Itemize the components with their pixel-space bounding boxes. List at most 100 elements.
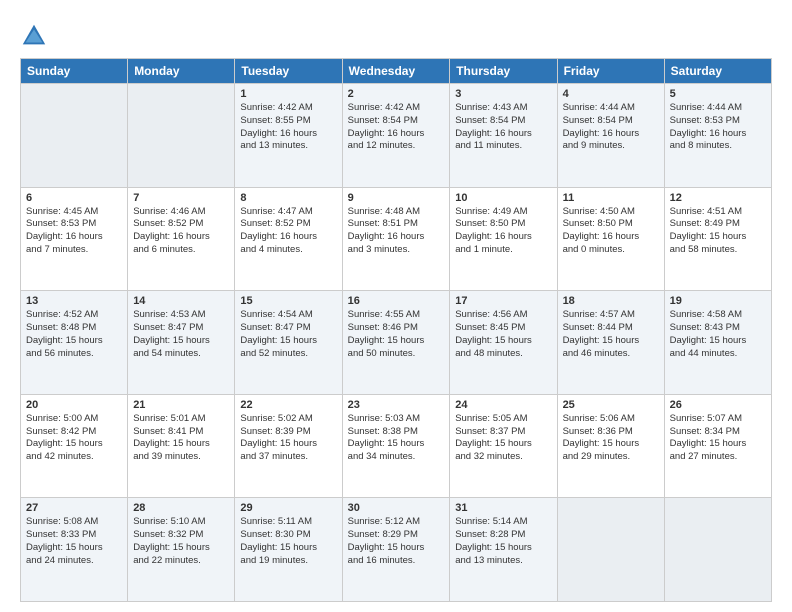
calendar-cell: 29 Sunrise: 5:11 AM Sunset: 8:30 PM Dayli…: [235, 498, 342, 602]
calendar-week-row: 13 Sunrise: 4:52 AM Sunset: 8:48 PM Dayli…: [21, 291, 772, 395]
day-number: 19: [670, 295, 766, 307]
cell-info: Sunrise: 5:11 AM Sunset: 8:30 PM Dayligh…: [240, 516, 336, 567]
calendar-cell: 22 Sunrise: 5:02 AM Sunset: 8:39 PM Dayli…: [235, 394, 342, 498]
calendar-cell: 13 Sunrise: 4:52 AM Sunset: 8:48 PM Dayli…: [21, 291, 128, 395]
calendar-cell: 11 Sunrise: 4:50 AM Sunset: 8:50 PM Dayli…: [557, 187, 664, 291]
calendar-cell: [128, 84, 235, 188]
calendar-cell: 8 Sunrise: 4:47 AM Sunset: 8:52 PM Daylig…: [235, 187, 342, 291]
col-header-wednesday: Wednesday: [342, 59, 450, 84]
cell-info: Sunrise: 5:14 AM Sunset: 8:28 PM Dayligh…: [455, 516, 551, 567]
calendar-cell: 28 Sunrise: 5:10 AM Sunset: 8:32 PM Dayli…: [128, 498, 235, 602]
calendar-week-row: 27Sunrise: 5:08 AM Sunset: 8:33 PM Dayli…: [21, 498, 772, 602]
calendar-cell: 21Sunrise: 5:01 AM Sunset: 8:41 PM Dayli…: [128, 394, 235, 498]
cell-info: Sunrise: 4:55 AM Sunset: 8:46 PM Dayligh…: [348, 309, 445, 360]
header: [20, 18, 772, 50]
col-header-friday: Friday: [557, 59, 664, 84]
cell-info: Sunrise: 4:48 AM Sunset: 8:51 PM Dayligh…: [348, 206, 445, 257]
day-number: 27: [26, 502, 122, 514]
cell-info: Sunrise: 5:01 AM Sunset: 8:41 PM Dayligh…: [133, 413, 229, 464]
cell-info: Sunrise: 4:42 AM Sunset: 8:55 PM Dayligh…: [240, 102, 336, 153]
calendar-cell: 23 Sunrise: 5:03 AM Sunset: 8:38 PM Dayli…: [342, 394, 450, 498]
calendar-cell: 20Sunrise: 5:00 AM Sunset: 8:42 PM Dayli…: [21, 394, 128, 498]
calendar-cell: 18 Sunrise: 4:57 AM Sunset: 8:44 PM Dayli…: [557, 291, 664, 395]
cell-info: Sunrise: 4:49 AM Sunset: 8:50 PM Dayligh…: [455, 206, 551, 257]
day-number: 6: [26, 192, 122, 204]
calendar-cell: 31 Sunrise: 5:14 AM Sunset: 8:28 PM Dayli…: [450, 498, 557, 602]
calendar-cell: [664, 498, 771, 602]
day-number: 22: [240, 399, 336, 411]
calendar-cell: 4 Sunrise: 4:44 AM Sunset: 8:54 PM Daylig…: [557, 84, 664, 188]
day-number: 31: [455, 502, 551, 514]
day-number: 4: [563, 88, 659, 100]
day-number: 13: [26, 295, 122, 307]
cell-info: Sunrise: 4:52 AM Sunset: 8:48 PM Dayligh…: [26, 309, 122, 360]
page: SundayMondayTuesdayWednesdayThursdayFrid…: [0, 0, 792, 612]
calendar-cell: 27Sunrise: 5:08 AM Sunset: 8:33 PM Dayli…: [21, 498, 128, 602]
cell-info: Sunrise: 4:57 AM Sunset: 8:44 PM Dayligh…: [563, 309, 659, 360]
cell-info: Sunrise: 5:02 AM Sunset: 8:39 PM Dayligh…: [240, 413, 336, 464]
calendar-header-row: SundayMondayTuesdayWednesdayThursdayFrid…: [21, 59, 772, 84]
day-number: 11: [563, 192, 659, 204]
cell-info: Sunrise: 5:12 AM Sunset: 8:29 PM Dayligh…: [348, 516, 445, 567]
day-number: 5: [670, 88, 766, 100]
calendar-cell: 7Sunrise: 4:46 AM Sunset: 8:52 PM Daylig…: [128, 187, 235, 291]
cell-info: Sunrise: 4:43 AM Sunset: 8:54 PM Dayligh…: [455, 102, 551, 153]
calendar-week-row: 6 Sunrise: 4:45 AM Sunset: 8:53 PM Daylig…: [21, 187, 772, 291]
cell-info: Sunrise: 4:46 AM Sunset: 8:52 PM Dayligh…: [133, 206, 229, 257]
calendar-cell: 5Sunrise: 4:44 AM Sunset: 8:53 PM Daylig…: [664, 84, 771, 188]
calendar-week-row: 1 Sunrise: 4:42 AM Sunset: 8:55 PM Daylig…: [21, 84, 772, 188]
calendar-cell: 12 Sunrise: 4:51 AM Sunset: 8:49 PM Dayli…: [664, 187, 771, 291]
cell-info: Sunrise: 4:45 AM Sunset: 8:53 PM Dayligh…: [26, 206, 122, 257]
day-number: 29: [240, 502, 336, 514]
calendar-cell: 9 Sunrise: 4:48 AM Sunset: 8:51 PM Daylig…: [342, 187, 450, 291]
col-header-saturday: Saturday: [664, 59, 771, 84]
day-number: 10: [455, 192, 551, 204]
day-number: 24: [455, 399, 551, 411]
cell-info: Sunrise: 5:05 AM Sunset: 8:37 PM Dayligh…: [455, 413, 551, 464]
cell-info: Sunrise: 4:54 AM Sunset: 8:47 PM Dayligh…: [240, 309, 336, 360]
col-header-sunday: Sunday: [21, 59, 128, 84]
day-number: 28: [133, 502, 229, 514]
calendar-cell: 1 Sunrise: 4:42 AM Sunset: 8:55 PM Daylig…: [235, 84, 342, 188]
day-number: 8: [240, 192, 336, 204]
calendar-cell: 30 Sunrise: 5:12 AM Sunset: 8:29 PM Dayli…: [342, 498, 450, 602]
day-number: 23: [348, 399, 445, 411]
calendar-cell: 15 Sunrise: 4:54 AM Sunset: 8:47 PM Dayli…: [235, 291, 342, 395]
day-number: 9: [348, 192, 445, 204]
calendar-cell: 10 Sunrise: 4:49 AM Sunset: 8:50 PM Dayli…: [450, 187, 557, 291]
calendar-cell: 26 Sunrise: 5:07 AM Sunset: 8:34 PM Dayli…: [664, 394, 771, 498]
cell-info: Sunrise: 4:56 AM Sunset: 8:45 PM Dayligh…: [455, 309, 551, 360]
day-number: 30: [348, 502, 445, 514]
day-number: 25: [563, 399, 659, 411]
logo-icon: [20, 22, 48, 50]
cell-info: Sunrise: 5:03 AM Sunset: 8:38 PM Dayligh…: [348, 413, 445, 464]
cell-info: Sunrise: 4:58 AM Sunset: 8:43 PM Dayligh…: [670, 309, 766, 360]
calendar-cell: 19 Sunrise: 4:58 AM Sunset: 8:43 PM Dayli…: [664, 291, 771, 395]
cell-info: Sunrise: 4:42 AM Sunset: 8:54 PM Dayligh…: [348, 102, 445, 153]
cell-info: Sunrise: 5:07 AM Sunset: 8:34 PM Dayligh…: [670, 413, 766, 464]
cell-info: Sunrise: 4:50 AM Sunset: 8:50 PM Dayligh…: [563, 206, 659, 257]
day-number: 1: [240, 88, 336, 100]
cell-info: Sunrise: 4:51 AM Sunset: 8:49 PM Dayligh…: [670, 206, 766, 257]
cell-info: Sunrise: 4:47 AM Sunset: 8:52 PM Dayligh…: [240, 206, 336, 257]
day-number: 20: [26, 399, 122, 411]
day-number: 12: [670, 192, 766, 204]
col-header-monday: Monday: [128, 59, 235, 84]
cell-info: Sunrise: 4:44 AM Sunset: 8:54 PM Dayligh…: [563, 102, 659, 153]
day-number: 26: [670, 399, 766, 411]
cell-info: Sunrise: 5:06 AM Sunset: 8:36 PM Dayligh…: [563, 413, 659, 464]
cell-info: Sunrise: 4:53 AM Sunset: 8:47 PM Dayligh…: [133, 309, 229, 360]
day-number: 15: [240, 295, 336, 307]
day-number: 18: [563, 295, 659, 307]
day-number: 14: [133, 295, 229, 307]
calendar-cell: 2 Sunrise: 4:42 AM Sunset: 8:54 PM Daylig…: [342, 84, 450, 188]
calendar-cell: 6 Sunrise: 4:45 AM Sunset: 8:53 PM Daylig…: [21, 187, 128, 291]
col-header-tuesday: Tuesday: [235, 59, 342, 84]
day-number: 2: [348, 88, 445, 100]
cell-info: Sunrise: 5:10 AM Sunset: 8:32 PM Dayligh…: [133, 516, 229, 567]
calendar-cell: 16Sunrise: 4:55 AM Sunset: 8:46 PM Dayli…: [342, 291, 450, 395]
calendar-table: SundayMondayTuesdayWednesdayThursdayFrid…: [20, 58, 772, 602]
day-number: 17: [455, 295, 551, 307]
calendar-cell: 3Sunrise: 4:43 AM Sunset: 8:54 PM Daylig…: [450, 84, 557, 188]
calendar-cell: 25 Sunrise: 5:06 AM Sunset: 8:36 PM Dayli…: [557, 394, 664, 498]
